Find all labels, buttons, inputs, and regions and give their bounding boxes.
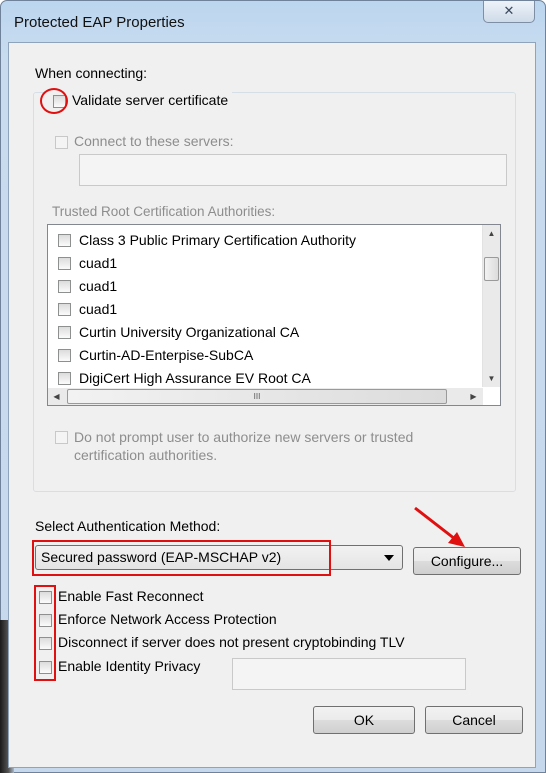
list-item-label: cuad1 — [79, 278, 118, 294]
validate-group-header: Validate server certificate — [46, 92, 233, 108]
list-item-checkbox[interactable] — [58, 279, 71, 293]
fast-reconnect-label: Enable Fast Reconnect — [58, 588, 204, 604]
list-item-checkbox[interactable] — [58, 302, 71, 316]
list-item-label: DigiCert High Assurance EV Root CA — [79, 370, 311, 386]
when-connecting-label: When connecting: — [35, 65, 148, 81]
arrow-shaft — [414, 506, 456, 541]
vertical-scroll-thumb[interactable] — [484, 257, 499, 281]
connect-to-servers-checkbox[interactable] — [55, 136, 68, 149]
list-item-checkbox[interactable] — [58, 348, 71, 362]
trusted-root-list[interactable]: Class 3 Public Primary Certification Aut… — [47, 224, 501, 406]
list-item[interactable]: DigiCert High Assurance EV Root CA — [58, 367, 311, 389]
list-item[interactable]: Curtin University Organizational CA — [58, 321, 299, 343]
horizontal-scrollbar[interactable]: ◀ III ▶ — [48, 388, 483, 405]
ok-button[interactable]: OK — [313, 706, 415, 734]
list-item-label: Class 3 Public Primary Certification Aut… — [79, 232, 356, 248]
select-auth-label: Select Authentication Method: — [35, 518, 221, 534]
options-annotation-box — [34, 585, 56, 681]
window-title: Protected EAP Properties — [14, 14, 185, 31]
list-item-checkbox[interactable] — [58, 371, 71, 385]
vertical-scrollbar[interactable]: ▲ ▼ — [482, 225, 500, 387]
do-not-prompt-label: Do not prompt user to authorize new serv… — [74, 429, 414, 463]
list-item-checkbox[interactable] — [58, 325, 71, 339]
validate-circle-annotation — [40, 88, 68, 114]
chevron-down-icon — [384, 555, 394, 561]
identity-privacy-label: Enable Identity Privacy — [58, 658, 201, 674]
list-item[interactable]: Class 3 Public Primary Certification Aut… — [58, 229, 356, 251]
enforce-nap-label: Enforce Network Access Protection — [58, 611, 277, 627]
cancel-button[interactable]: Cancel — [425, 706, 523, 734]
do-not-prompt-checkbox[interactable] — [55, 431, 68, 444]
list-item[interactable]: Curtin-AD-Enterpise-SubCA — [58, 344, 253, 366]
list-item-checkbox[interactable] — [58, 233, 71, 247]
scroll-right-icon[interactable]: ▶ — [465, 388, 482, 405]
connect-to-servers-label: Connect to these servers: — [74, 133, 234, 149]
list-item[interactable]: cuad1 — [58, 252, 117, 274]
list-item-label: Curtin University Organizational CA — [79, 324, 300, 340]
trusted-root-label: Trusted Root Certification Authorities: — [52, 204, 276, 219]
scroll-down-icon[interactable]: ▼ — [483, 370, 500, 387]
list-item-label: cuad1 — [79, 255, 118, 271]
close-icon: ✕ — [503, 3, 515, 18]
scroll-left-icon[interactable]: ◀ — [48, 388, 65, 405]
grip-icon: III — [253, 392, 261, 401]
horizontal-scroll-thumb[interactable]: III — [67, 389, 447, 404]
identity-privacy-field[interactable] — [232, 658, 466, 690]
connect-to-servers-field[interactable] — [79, 154, 507, 186]
list-item[interactable]: cuad1 — [58, 298, 117, 320]
close-button[interactable]: ✕ — [483, 1, 535, 23]
auth-method-annotation-box — [32, 540, 331, 576]
arrow-annotation — [414, 506, 465, 547]
scroll-up-icon[interactable]: ▲ — [483, 225, 500, 242]
list-item-label: Curtin-AD-Enterpise-SubCA — [79, 347, 254, 363]
cryptobinding-label: Disconnect if server does not present cr… — [58, 634, 405, 650]
validate-server-certificate-label: Validate server certificate — [72, 92, 229, 108]
list-item-label: cuad1 — [79, 301, 118, 317]
list-item-checkbox[interactable] — [58, 256, 71, 270]
list-item[interactable]: cuad1 — [58, 275, 117, 297]
